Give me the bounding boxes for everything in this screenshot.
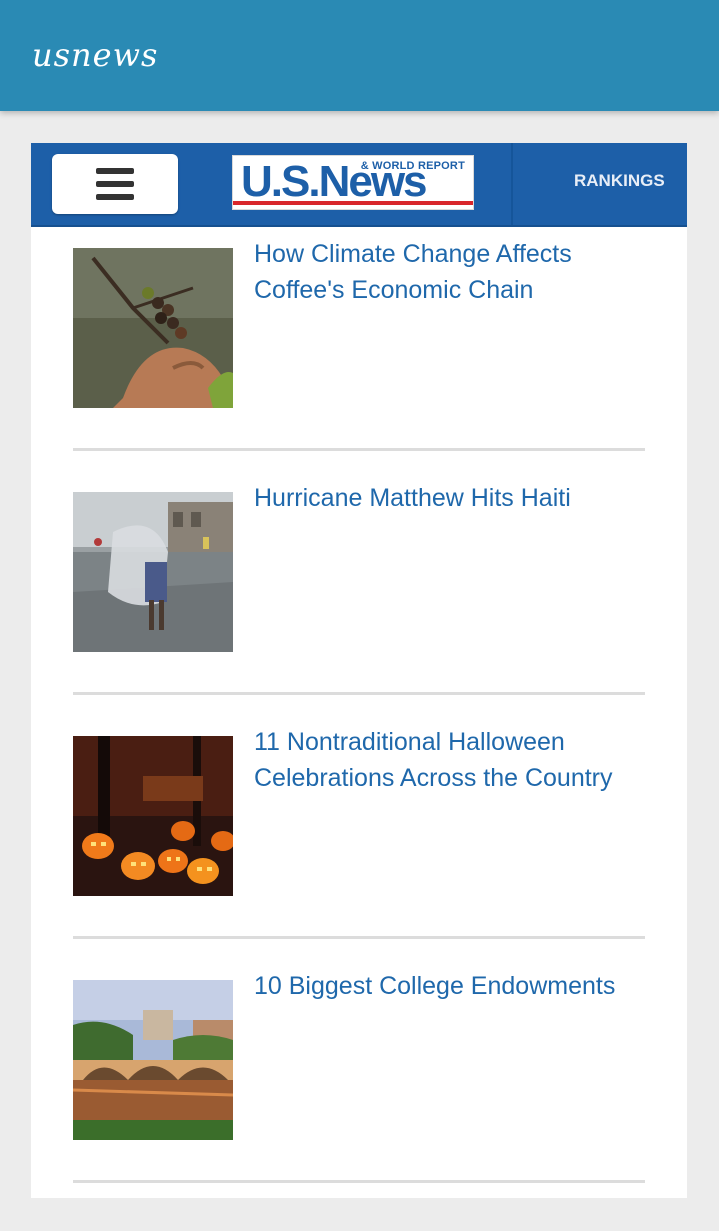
webview-card: U.S.News & WORLD REPORT RANKINGS How Cli… xyxy=(31,143,687,1198)
article-item[interactable]: How Climate Change Affects Coffee's Econ… xyxy=(73,236,645,480)
jack-o-lanterns-photo[interactable] xyxy=(73,736,233,896)
menu-button[interactable] xyxy=(52,154,178,214)
article-title[interactable]: 11 Nontraditional Halloween Celebrations… xyxy=(254,724,645,796)
article-item[interactable]: 10 Biggest College Endowments xyxy=(73,968,645,1198)
site-header: U.S.News & WORLD REPORT RANKINGS xyxy=(31,143,687,227)
article-divider xyxy=(73,448,645,451)
article-divider xyxy=(73,1180,645,1183)
coffee-beans-photo[interactable] xyxy=(73,248,233,408)
article-title[interactable]: Hurricane Matthew Hits Haiti xyxy=(254,480,645,516)
article-item[interactable]: 11 Nontraditional Halloween Celebrations… xyxy=(73,724,645,968)
article-list: How Climate Change Affects Coffee's Econ… xyxy=(73,236,645,1198)
logo-stripe xyxy=(233,201,473,205)
rankings-link[interactable]: RANKINGS xyxy=(574,171,665,191)
header-divider xyxy=(511,143,513,225)
article-title[interactable]: How Climate Change Affects Coffee's Econ… xyxy=(254,236,645,308)
bridge-river-photo[interactable] xyxy=(73,980,233,1140)
article-title[interactable]: 10 Biggest College Endowments xyxy=(254,968,645,1004)
article-divider xyxy=(73,936,645,939)
logo-sub-text: & WORLD REPORT xyxy=(360,160,465,172)
article-divider xyxy=(73,692,645,695)
app-title: usnews xyxy=(32,36,159,74)
app-bar: usnews xyxy=(0,0,719,111)
haiti-rain-photo[interactable] xyxy=(73,492,233,652)
hamburger-icon xyxy=(96,168,134,200)
article-item[interactable]: Hurricane Matthew Hits Haiti xyxy=(73,480,645,724)
usnews-logo[interactable]: U.S.News & WORLD REPORT xyxy=(232,155,474,210)
